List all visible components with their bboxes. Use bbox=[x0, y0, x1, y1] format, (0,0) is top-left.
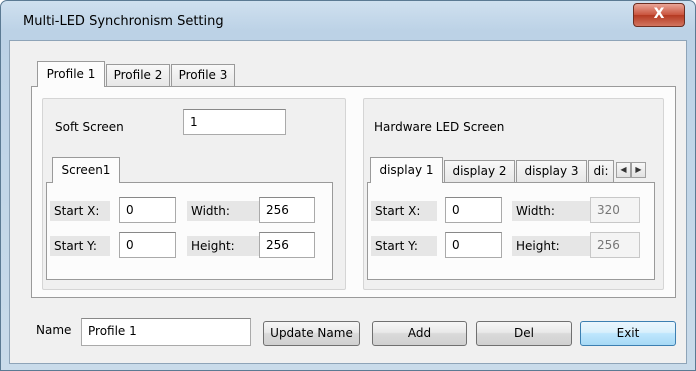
dialog-window: Multi-LED Synchronism Setting X Profile … bbox=[0, 0, 696, 371]
tab-display-3[interactable]: display 3 bbox=[516, 160, 587, 183]
hardware-led-label: Hardware LED Screen bbox=[374, 120, 505, 134]
tab-profile-3[interactable]: Profile 3 bbox=[171, 64, 235, 87]
window-title: Multi-LED Synchronism Setting bbox=[23, 14, 224, 29]
soft-start-x-input[interactable]: 0 bbox=[119, 197, 176, 223]
hardware-led-group: Hardware LED Screen display 1 display 2 … bbox=[363, 98, 664, 290]
start-x-label: Start X: bbox=[371, 201, 437, 221]
name-label: Name bbox=[36, 323, 72, 337]
del-button[interactable]: Del bbox=[476, 321, 572, 346]
height-label: Height: bbox=[512, 236, 590, 256]
height-label: Height: bbox=[187, 236, 263, 256]
hw-start-x-input[interactable]: 0 bbox=[445, 197, 502, 223]
chevron-left-icon: ◀ bbox=[620, 165, 627, 174]
hw-width-input: 320 bbox=[590, 197, 640, 223]
add-button[interactable]: Add bbox=[372, 321, 467, 346]
width-label: Width: bbox=[512, 201, 590, 221]
width-label: Width: bbox=[187, 201, 263, 221]
tab-profile-1[interactable]: Profile 1 bbox=[37, 61, 105, 87]
screen1-tab-panel: Start X: 0 Width: 256 Start Y: 0 Height:… bbox=[46, 182, 333, 280]
soft-screen-count-input[interactable]: 1 bbox=[183, 109, 286, 135]
close-button[interactable]: X bbox=[633, 3, 685, 27]
profile-name-input[interactable]: Profile 1 bbox=[81, 318, 251, 346]
tab-screen1[interactable]: Screen1 bbox=[52, 157, 120, 183]
chevron-right-icon: ▶ bbox=[635, 165, 642, 174]
soft-screen-label: Soft Screen bbox=[55, 120, 124, 134]
tab-display-4[interactable]: di: bbox=[588, 160, 614, 183]
tab-scroll-right-button[interactable]: ▶ bbox=[631, 162, 646, 178]
start-y-label: Start Y: bbox=[371, 236, 437, 256]
update-name-button[interactable]: Update Name bbox=[263, 321, 360, 346]
start-x-label: Start X: bbox=[50, 201, 110, 221]
profile-tab-panel: Soft Screen 1 Screen1 Start X: 0 Width: … bbox=[31, 86, 676, 298]
display-tab-panel: Start X: 0 Width: 320 Start Y: 0 Height:… bbox=[367, 182, 655, 280]
start-y-label: Start Y: bbox=[50, 236, 110, 256]
hw-start-y-input[interactable]: 0 bbox=[445, 232, 502, 258]
soft-width-input[interactable]: 256 bbox=[259, 197, 315, 223]
soft-start-y-input[interactable]: 0 bbox=[119, 232, 176, 258]
tab-display-2[interactable]: display 2 bbox=[444, 160, 515, 183]
tab-profile-2[interactable]: Profile 2 bbox=[106, 64, 170, 87]
tab-display-1[interactable]: display 1 bbox=[370, 157, 443, 183]
soft-height-input[interactable]: 256 bbox=[259, 232, 315, 258]
dialog-client-area: Profile 1 Profile 2 Profile 3 Soft Scree… bbox=[9, 40, 687, 364]
soft-screen-group: Soft Screen 1 Screen1 Start X: 0 Width: … bbox=[42, 98, 346, 290]
hw-height-input: 256 bbox=[590, 232, 640, 258]
tab-scroll-left-button[interactable]: ◀ bbox=[616, 162, 631, 178]
exit-button[interactable]: Exit bbox=[580, 321, 676, 346]
